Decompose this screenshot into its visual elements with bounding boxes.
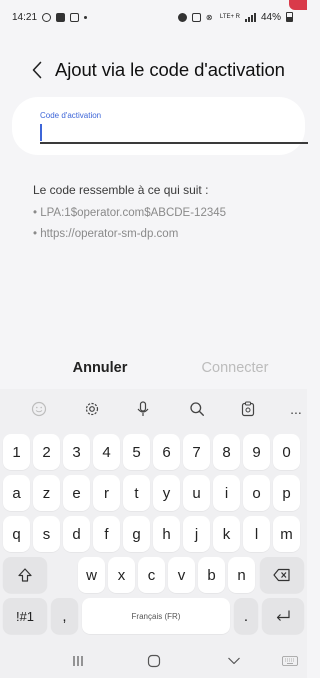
key-o[interactable]: o xyxy=(243,475,270,511)
key-r[interactable]: r xyxy=(93,475,120,511)
navigation-bar xyxy=(0,643,307,678)
status-left: 14:21 xyxy=(12,11,88,23)
page-title: Ajout via le code d'activation xyxy=(55,59,285,80)
hint-example-url: • https://operator-sm-dp.com xyxy=(33,228,179,240)
key-x[interactable]: x xyxy=(108,557,135,593)
action-bar: Annuler Connecter xyxy=(0,352,307,386)
key-5[interactable]: 5 xyxy=(123,434,150,470)
key-2[interactable]: 2 xyxy=(33,434,60,470)
shift-key[interactable] xyxy=(3,557,47,593)
key-7[interactable]: 7 xyxy=(183,434,210,470)
hide-keyboard-icon[interactable] xyxy=(226,653,242,669)
period-key[interactable]: . xyxy=(234,598,258,634)
shift-icon xyxy=(18,568,32,582)
key-m[interactable]: m xyxy=(273,516,300,552)
emoji-icon[interactable] xyxy=(27,397,51,421)
key-0[interactable]: 0 xyxy=(273,434,300,470)
connect-button[interactable]: Connecter xyxy=(180,360,290,376)
key-v[interactable]: v xyxy=(168,557,195,593)
key-a[interactable]: a xyxy=(3,475,30,511)
key-u[interactable]: u xyxy=(183,475,210,511)
key-f[interactable]: f xyxy=(93,516,120,552)
key-c[interactable]: c xyxy=(138,557,165,593)
keyboard-toolbar: ... xyxy=(0,389,307,429)
text-cursor xyxy=(40,124,42,141)
key-9[interactable]: 9 xyxy=(243,434,270,470)
key-q[interactable]: q xyxy=(3,516,30,552)
alarm-icon xyxy=(177,12,187,22)
search-icon[interactable] xyxy=(185,397,209,421)
key-g[interactable]: g xyxy=(123,516,150,552)
more-icon[interactable]: ... xyxy=(284,397,308,421)
backspace-key[interactable] xyxy=(260,557,304,593)
enter-icon xyxy=(276,610,290,621)
key-p[interactable]: p xyxy=(273,475,300,511)
key-w[interactable]: w xyxy=(78,557,105,593)
app-notification-icon xyxy=(70,12,80,22)
clipboard-icon[interactable] xyxy=(236,397,260,421)
recording-indicator xyxy=(289,0,307,10)
hint-title: Le code ressemble à ce qui suit : xyxy=(33,183,209,197)
key-k[interactable]: k xyxy=(213,516,240,552)
signal-icon xyxy=(244,12,256,22)
status-time: 14:21 xyxy=(12,11,38,23)
key-e[interactable]: e xyxy=(63,475,90,511)
settings-icon[interactable] xyxy=(80,397,104,421)
back-icon[interactable] xyxy=(30,58,44,82)
key-j[interactable]: j xyxy=(183,516,210,552)
network-type-label: LTE+ R xyxy=(219,14,240,20)
status-bar: 14:21 ⊗ LTE+ R 44% xyxy=(0,0,307,34)
more-notifications-icon xyxy=(84,15,88,19)
activation-code-label: Code d'activation xyxy=(40,111,102,120)
enter-key[interactable] xyxy=(262,598,304,634)
symbols-key[interactable]: !#1 xyxy=(3,598,47,634)
vibrate-icon xyxy=(191,12,201,22)
activation-code-card: Code d'activation xyxy=(12,97,308,155)
comma-key[interactable]: , xyxy=(51,598,78,634)
key-8[interactable]: 8 xyxy=(213,434,240,470)
key-y[interactable]: y xyxy=(153,475,180,511)
key-h[interactable]: h xyxy=(153,516,180,552)
key-4[interactable]: 4 xyxy=(93,434,120,470)
keyboard: ... 1 2 3 4 5 6 7 8 9 0 a z e r t y u i … xyxy=(0,389,307,678)
gallery-notification-icon xyxy=(56,12,66,22)
key-b[interactable]: b xyxy=(198,557,225,593)
microphone-icon[interactable] xyxy=(131,397,155,421)
hint-example-lpa: • LPA:1$operator.com$ABCDE-12345 xyxy=(33,207,227,219)
key-n[interactable]: n xyxy=(228,557,255,593)
key-z[interactable]: z xyxy=(33,475,60,511)
status-right: ⊗ LTE+ R 44% xyxy=(177,11,293,23)
key-i[interactable]: i xyxy=(213,475,240,511)
whatsapp-notification-icon xyxy=(42,12,52,22)
key-d[interactable]: d xyxy=(63,516,90,552)
key-t[interactable]: t xyxy=(123,475,150,511)
header: Ajout via le code d'activation xyxy=(0,48,307,92)
key-3[interactable]: 3 xyxy=(63,434,90,470)
home-icon[interactable] xyxy=(146,653,162,669)
mute-icon: ⊗ xyxy=(205,12,213,22)
keyboard-switch-icon[interactable] xyxy=(281,653,299,669)
cancel-button[interactable]: Annuler xyxy=(62,360,138,376)
key-l[interactable]: l xyxy=(243,516,270,552)
activation-code-input[interactable] xyxy=(40,142,308,144)
battery-icon xyxy=(286,12,293,22)
key-6[interactable]: 6 xyxy=(153,434,180,470)
backspace-icon xyxy=(273,568,290,582)
space-key[interactable]: Français (FR) xyxy=(82,598,230,634)
recent-apps-icon[interactable] xyxy=(70,653,86,669)
key-1[interactable]: 1 xyxy=(3,434,30,470)
battery-percent: 44% xyxy=(260,11,281,23)
key-s[interactable]: s xyxy=(33,516,60,552)
